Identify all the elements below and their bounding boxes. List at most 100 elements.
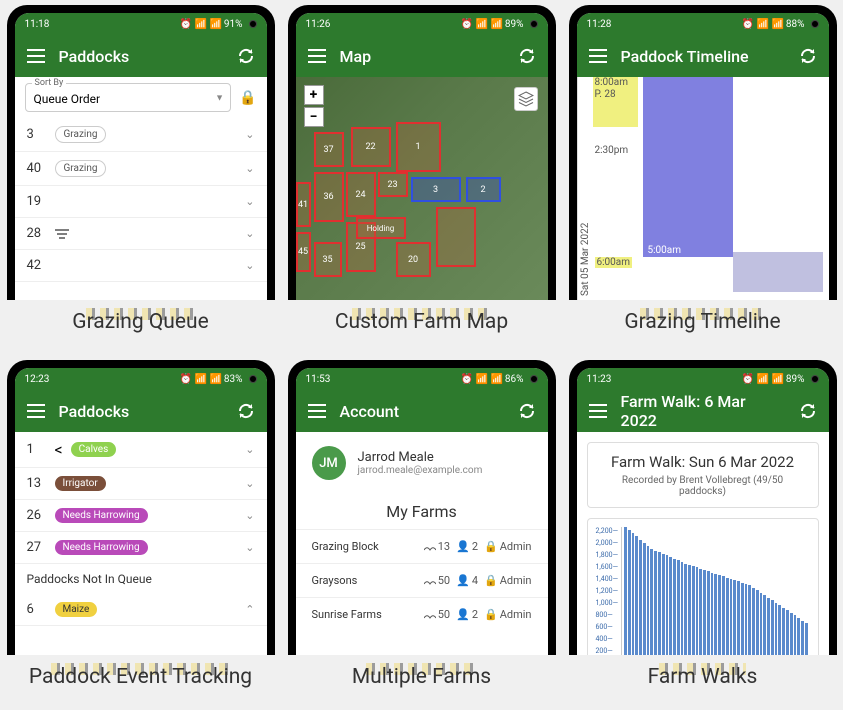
timeline-block[interactable] xyxy=(733,252,823,292)
paddock-row[interactable]: 28⌄ xyxy=(15,218,267,250)
paddock-row[interactable]: 26Needs Harrowing⌄ xyxy=(15,500,267,532)
paddock-row[interactable]: 13Irrigator⌄ xyxy=(15,468,267,500)
phone-event-tracking: 12:23 ⏰ 📶 📶83% Paddocks 1< Calves⌄ 13Irr… xyxy=(7,360,275,655)
walk-title: Farm Walk: Sun 6 Mar 2022 xyxy=(598,453,808,471)
avatar[interactable]: JM xyxy=(312,446,346,480)
chart-bar xyxy=(639,540,642,655)
chart-card[interactable]: 2,200—2,000—1,800—1,600—1,400—1,200—1,00… xyxy=(587,518,819,655)
zoom-out-button[interactable]: − xyxy=(304,107,324,127)
paddock-count: 50 xyxy=(424,574,450,587)
paddock-row[interactable]: 40Grazing⌄ xyxy=(15,152,267,186)
map-parcel[interactable]: 41 xyxy=(296,182,311,227)
chart-bar xyxy=(794,615,797,655)
status-battery: 89% xyxy=(786,374,805,385)
chart-bar xyxy=(692,566,695,655)
refresh-icon[interactable] xyxy=(237,402,255,420)
account-name: Jarrod Meale xyxy=(358,450,483,465)
chart-bar xyxy=(714,574,717,655)
chart-bar xyxy=(699,569,702,655)
chart-bar xyxy=(737,581,740,655)
app-bar: Map xyxy=(296,35,548,77)
status-battery: 86% xyxy=(505,374,524,385)
status-time: 11:18 xyxy=(25,19,50,30)
layers-button[interactable] xyxy=(514,87,538,111)
status-bar: 11:18 ⏰ 📶 📶91% xyxy=(15,13,267,35)
paddock-row[interactable]: 6Maize⌃ xyxy=(15,594,267,626)
chart-bar xyxy=(718,575,721,655)
timeline-block[interactable] xyxy=(643,77,733,257)
chart-bar xyxy=(756,590,759,655)
paddock-row[interactable]: 3Grazing⌄ xyxy=(15,118,267,152)
status-time: 11:26 xyxy=(306,19,331,30)
chart-bar xyxy=(666,555,669,655)
timeline-time-label: 6:00am xyxy=(595,257,633,268)
refresh-icon[interactable] xyxy=(518,47,536,65)
phone-timeline: 11:28 ⏰ 📶 📶88% Paddock Timeline Sat 05 M… xyxy=(569,5,837,300)
refresh-icon[interactable] xyxy=(799,47,817,65)
phone-account: 11:53 ⏰ 📶 📶86% Account JM Jarrod Meale j… xyxy=(288,360,556,655)
chart-bar xyxy=(797,618,800,655)
map-parcel[interactable]: 1 xyxy=(396,122,441,172)
timeline-canvas[interactable]: Sat 05 Mar 2022 8:00am P. 28 2:30pm 6:00… xyxy=(577,77,829,300)
chart-bar xyxy=(722,576,725,655)
chevron-down-icon: ▼ xyxy=(215,92,224,103)
refresh-icon[interactable] xyxy=(518,402,536,420)
refresh-icon[interactable] xyxy=(237,47,255,65)
map-parcel[interactable]: 37 xyxy=(314,132,344,167)
menu-icon[interactable] xyxy=(308,49,326,63)
paddock-row[interactable]: 27Needs Harrowing⌄ xyxy=(15,532,267,564)
filter-icon xyxy=(55,229,69,239)
chart-bar xyxy=(707,571,710,655)
farm-row[interactable]: Sunrise Farms 50 👤2 🔒Admin xyxy=(296,597,548,631)
caption: Custom Farm Map xyxy=(335,300,508,350)
camera-cutout xyxy=(811,375,819,383)
status-bar: 11:28 ⏰ 📶 📶88% xyxy=(577,13,829,35)
farm-row[interactable]: Grazing Block 13 👤2 🔒Admin xyxy=(296,529,548,563)
chart-bar xyxy=(681,562,684,655)
chart-bar xyxy=(763,595,766,655)
chart-bar xyxy=(635,536,638,655)
caption: Grazing Queue xyxy=(72,300,208,350)
refresh-icon[interactable] xyxy=(799,402,817,420)
zoom-in-button[interactable]: + xyxy=(304,85,324,105)
sort-value: Queue Order xyxy=(34,92,101,106)
map-parcel[interactable]: 2 xyxy=(466,177,501,202)
map-parcel[interactable]: 22 xyxy=(351,127,391,167)
menu-icon[interactable] xyxy=(27,49,45,63)
phone-grazing-queue: 11:18 ⏰ 📶 📶91% Paddocks Sort By Queue Or… xyxy=(7,5,275,300)
app-bar: Paddock Timeline xyxy=(577,35,829,77)
status-battery: 83% xyxy=(224,374,243,385)
timeline-paddock-label: P. 28 xyxy=(595,89,616,100)
chart-bar xyxy=(790,613,793,655)
paddock-row[interactable]: 19⌄ xyxy=(15,186,267,218)
map-parcel[interactable]: 24 xyxy=(346,172,376,217)
menu-icon[interactable] xyxy=(589,404,607,418)
map-parcel[interactable]: 20 xyxy=(396,242,431,277)
map-parcel[interactable]: 35 xyxy=(314,242,342,277)
paddock-row[interactable]: 1< Calves⌄ xyxy=(15,432,267,468)
chevron-down-icon: ⌄ xyxy=(245,509,254,522)
farms-header: My Farms xyxy=(296,494,548,529)
map-canvas[interactable]: + − 37 22 1 41 36 24 23 3 2 45 35 25 20 … xyxy=(296,77,548,300)
paddock-row[interactable]: 42⌄ xyxy=(15,250,267,282)
menu-icon[interactable] xyxy=(308,404,326,418)
chart-bar xyxy=(745,584,748,655)
chart-bar xyxy=(752,588,755,655)
map-parcel[interactable]: 36 xyxy=(314,172,344,222)
chart-bar xyxy=(632,533,635,655)
app-bar: Farm Walk: 6 Mar 2022 xyxy=(577,390,829,432)
chart-bar xyxy=(775,603,778,655)
farm-row[interactable]: Graysons 50 👤4 🔒Admin xyxy=(296,563,548,597)
map-parcel[interactable]: 45 xyxy=(296,232,311,272)
menu-icon[interactable] xyxy=(27,404,45,418)
chart-bar xyxy=(730,579,733,655)
status-time: 11:28 xyxy=(587,19,612,30)
chart-bar xyxy=(669,557,672,655)
map-parcel[interactable]: 3 xyxy=(411,177,461,202)
lock-icon[interactable]: 🔒 xyxy=(239,90,256,106)
menu-icon[interactable] xyxy=(589,49,607,63)
map-parcel[interactable]: 23 xyxy=(378,172,408,197)
map-parcel[interactable]: Holding xyxy=(356,217,406,239)
sort-select[interactable]: Sort By Queue Order ▼ xyxy=(25,83,232,112)
map-parcel[interactable] xyxy=(436,207,476,267)
